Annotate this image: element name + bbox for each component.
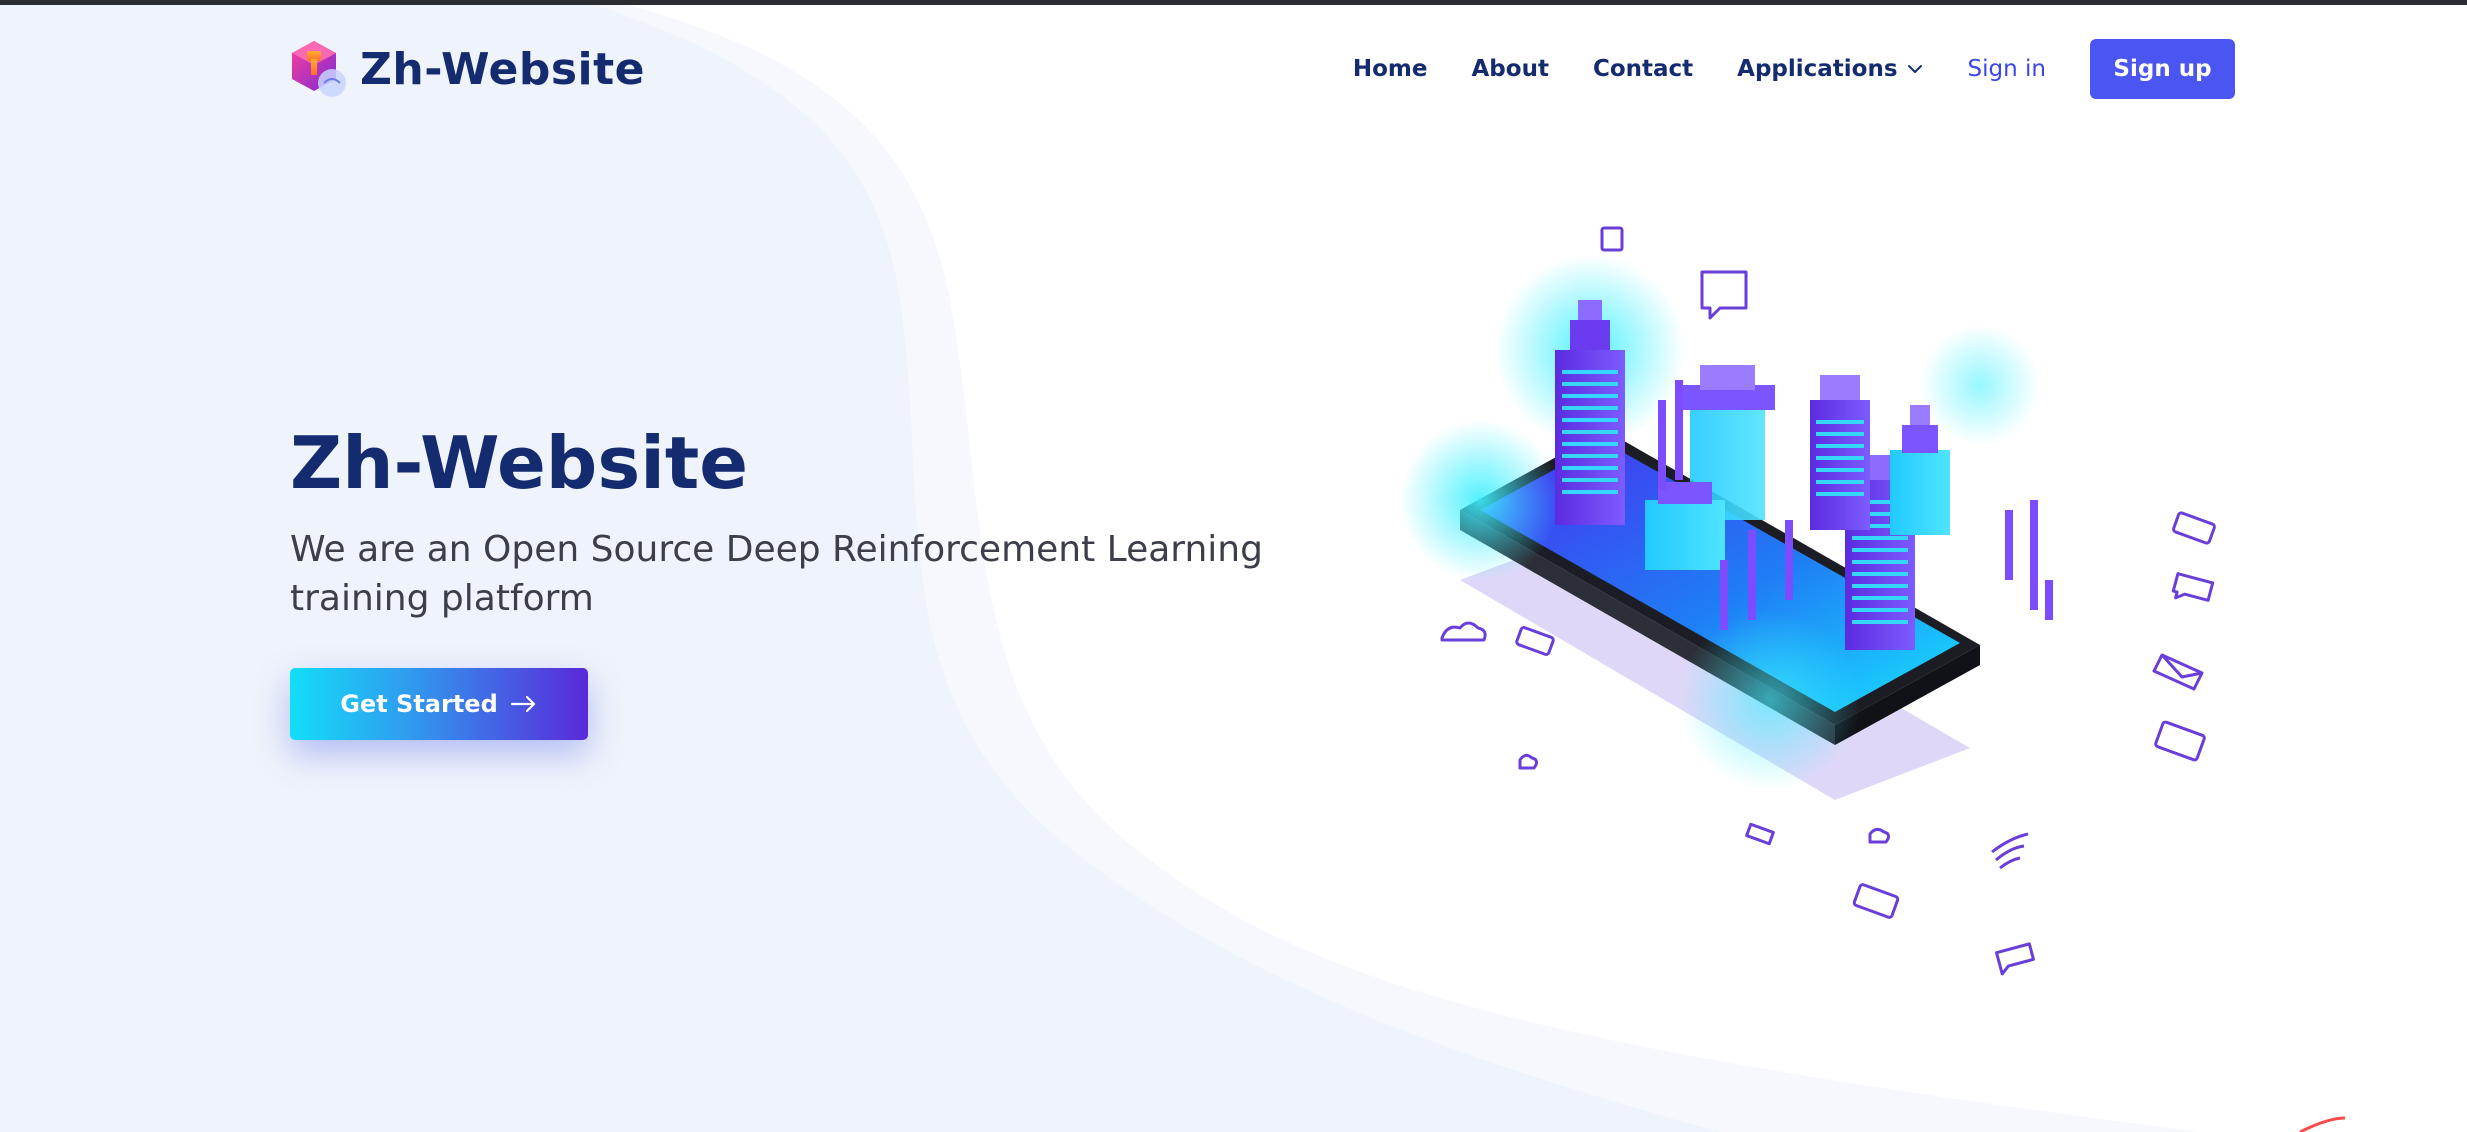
hero-section: Zh-Website We are an Open Source Deep Re…	[290, 420, 1290, 740]
hero-illustration	[1390, 200, 2240, 1000]
nav-applications-dropdown[interactable]: Applications	[1737, 56, 1923, 82]
navbar: Zh-Website Home About Contact Applicatio…	[290, 36, 2235, 102]
nav-contact-link[interactable]: Contact	[1593, 56, 1693, 82]
logo-icon	[292, 41, 346, 97]
hero-subtitle: We are an Open Source Deep Reinforcement…	[290, 529, 1263, 619]
site-name: Zh-Website	[360, 43, 645, 95]
sign-up-button[interactable]: Sign up	[2090, 39, 2235, 99]
get-started-button[interactable]: Get Started	[290, 667, 588, 740]
site-logo[interactable]: Zh-Website	[290, 36, 645, 102]
smartphone-city-illustration	[1400, 226, 2216, 976]
get-started-label: Get Started	[340, 689, 498, 718]
sign-in-link[interactable]: Sign in	[1968, 56, 2046, 82]
nav-links: Home About Contact Applications Sign in …	[1353, 36, 2235, 102]
page: Zh-Website Home About Contact Applicatio…	[0, 0, 2467, 1132]
arrow-right-icon	[510, 695, 535, 712]
nav-applications-label: Applications	[1737, 56, 1898, 82]
chevron-down-icon	[1907, 65, 1922, 73]
nav-about-link[interactable]: About	[1472, 56, 1549, 82]
nav-home-link[interactable]: Home	[1353, 56, 1428, 82]
hero-title: Zh-Website	[290, 421, 749, 505]
top-border	[0, 0, 2467, 5]
